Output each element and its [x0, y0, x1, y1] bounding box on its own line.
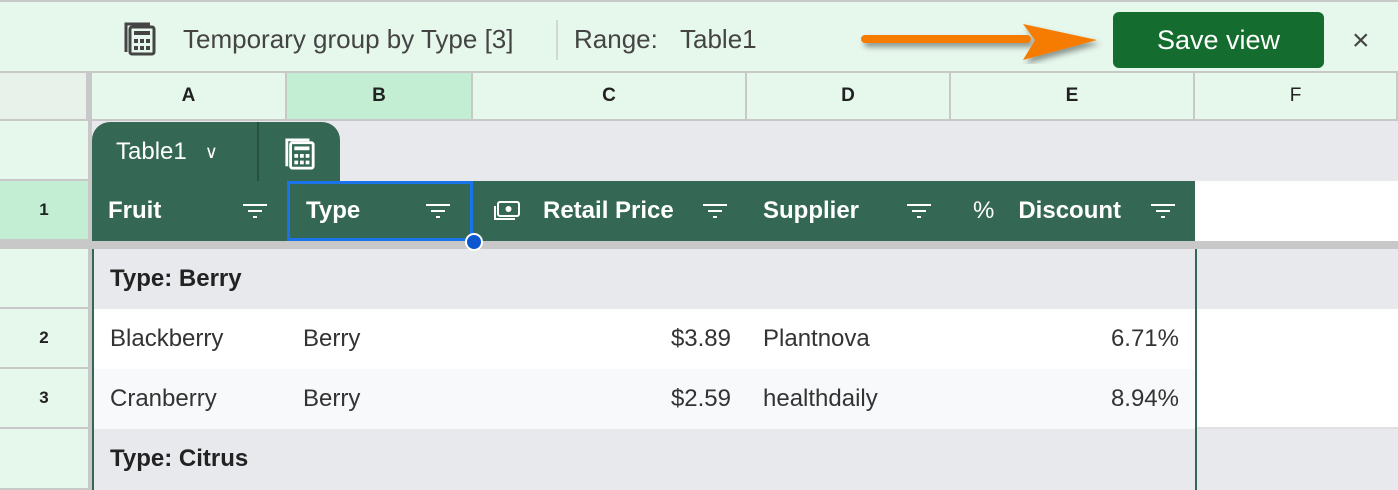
header-label: Fruit	[108, 197, 162, 224]
row-header-2[interactable]: 2	[0, 309, 92, 369]
percent-icon: %	[973, 197, 995, 224]
cell-discount[interactable]: 6.71%	[951, 309, 1195, 369]
selection-fill-handle[interactable]	[465, 233, 483, 251]
range-label: Range:	[574, 24, 658, 54]
row-header-1[interactable]: 1	[0, 181, 92, 241]
table-body: Type: Berry Blackberry Berry $3.89 Plant…	[92, 249, 1197, 490]
header-retail-price[interactable]: Retail Price	[473, 181, 747, 241]
header-label: Retail Price	[543, 197, 674, 224]
row-header-blank	[0, 429, 92, 490]
money-icon	[494, 201, 520, 220]
group-toolbar: Temporary group by Type [3] Range: Table…	[0, 0, 1398, 73]
filter-icon[interactable]	[1151, 203, 1175, 219]
table-calculator-icon[interactable]	[283, 138, 317, 170]
table-name-dropdown[interactable]: Table1 ∨	[92, 122, 259, 182]
filter-icon[interactable]	[243, 203, 267, 219]
header-supplier[interactable]: Supplier	[747, 181, 951, 241]
cell-fruit[interactable]: Blackberry	[94, 309, 287, 369]
row-header-3[interactable]: 3	[0, 369, 92, 429]
column-header-b[interactable]: B	[287, 73, 473, 121]
header-label: Discount	[1018, 197, 1122, 224]
row-header-blank	[0, 249, 92, 309]
table-calculator-icon	[124, 22, 156, 56]
filter-icon[interactable]	[703, 203, 727, 219]
column-header-a[interactable]: A	[92, 73, 287, 121]
cell-price[interactable]: $3.89	[473, 309, 747, 369]
header-label: Supplier	[763, 197, 860, 224]
range-value: Table1	[680, 24, 757, 54]
filter-icon[interactable]	[426, 203, 450, 219]
save-view-button[interactable]: Save view	[1113, 12, 1324, 68]
header-type-selected[interactable]: Type	[287, 181, 473, 241]
row-header-blank	[0, 121, 92, 181]
table-tab: Table1 ∨	[92, 122, 340, 182]
cell-price[interactable]: $2.59	[473, 369, 747, 429]
group-header-berry[interactable]: Type: Berry	[94, 249, 1195, 309]
frozen-divider[interactable]	[0, 241, 1398, 249]
select-all-corner[interactable]	[0, 73, 92, 121]
table-name: Table1	[116, 138, 187, 165]
column-header-c[interactable]: C	[473, 73, 747, 121]
column-header-f[interactable]: F	[1195, 73, 1398, 121]
cell-fruit[interactable]: Cranberry	[94, 369, 287, 429]
cell-supplier[interactable]: Plantnova	[747, 309, 951, 369]
column-header-e[interactable]: E	[951, 73, 1195, 121]
cell-type[interactable]: Berry	[287, 369, 473, 429]
cell-supplier[interactable]: healthdaily	[747, 369, 951, 429]
table-row[interactable]: Blackberry Berry $3.89 Plantnova 6.71%	[94, 309, 1195, 369]
close-icon[interactable]: ×	[1352, 24, 1370, 58]
header-discount[interactable]: % Discount	[951, 181, 1195, 241]
cell-f1[interactable]	[1195, 181, 1398, 241]
group-header-citrus[interactable]: Type: Citrus	[94, 429, 1195, 489]
filter-icon[interactable]	[907, 203, 931, 219]
cells-f2-f3[interactable]	[1197, 309, 1398, 429]
divider	[556, 20, 558, 60]
arrow-annotation-icon	[861, 24, 1097, 60]
column-header-d[interactable]: D	[747, 73, 951, 121]
chevron-down-icon: ∨	[204, 141, 218, 162]
header-label: Type	[306, 197, 361, 224]
group-label: Temporary group by Type [3]	[183, 24, 514, 54]
table-row[interactable]: Cranberry Berry $2.59 healthdaily 8.94%	[94, 369, 1195, 429]
cell-discount[interactable]: 8.94%	[951, 369, 1195, 429]
cell-type[interactable]: Berry	[287, 309, 473, 369]
header-fruit[interactable]: Fruit	[92, 181, 287, 241]
